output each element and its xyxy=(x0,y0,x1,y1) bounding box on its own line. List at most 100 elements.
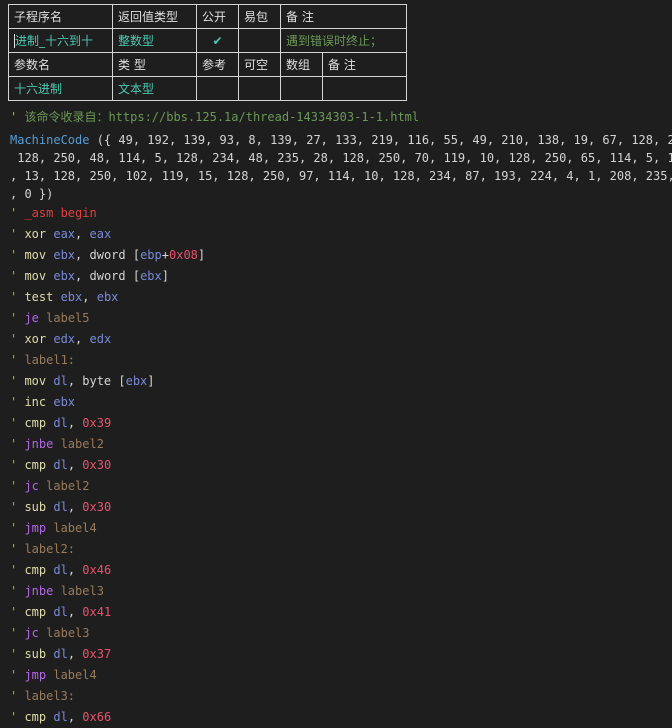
asm-line: ' cmp dl, 0x41 xyxy=(10,602,672,623)
asm-token: ' xyxy=(10,374,25,388)
asm-token: , xyxy=(82,290,97,304)
asm-token: , xyxy=(67,710,83,724)
asm-token: ' xyxy=(10,290,25,304)
asm-token: ' xyxy=(10,689,25,703)
asm-token: xor xyxy=(24,332,54,346)
asm-token: ebx xyxy=(60,290,83,304)
asm-line: ' cmp dl, 0x39 xyxy=(10,413,672,434)
asm-token: , xyxy=(67,563,83,577)
asm-line: ' cmp dl, 0x46 xyxy=(10,560,672,581)
asm-line: ' je label5 xyxy=(10,308,672,329)
asm-line: ' jmp label4 xyxy=(10,518,672,539)
header-cell: 参数名 xyxy=(8,52,113,77)
param-array-cell[interactable] xyxy=(280,76,323,101)
machine-code-line: , 13, 128, 250, 102, 119, 15, 128, 250, … xyxy=(10,169,672,183)
subroutine-note-cell[interactable]: 遇到错误时终止； xyxy=(280,28,407,53)
asm-token: ebx xyxy=(53,395,76,409)
asm-token: ebx xyxy=(53,269,76,283)
asm-token: edx xyxy=(89,332,112,346)
asm-token: , dword [ xyxy=(75,248,141,262)
asm-token: , byte [ xyxy=(67,374,126,388)
asm-token: , xyxy=(75,332,90,346)
asm-token: + xyxy=(161,248,169,262)
asm-line: ' sub dl, 0x30 xyxy=(10,497,672,518)
asm-token: cmp xyxy=(24,710,54,724)
header-cell: 备 注 xyxy=(280,4,407,29)
code-editor[interactable]: ' 该命令收录自：https://bbs.125.1a/thread-14334… xyxy=(10,107,672,728)
asm-token: ' xyxy=(10,521,25,535)
asm-token: jc xyxy=(24,626,47,640)
header-cell: 返回值类型 xyxy=(112,4,197,29)
asm-token: ebx xyxy=(125,374,148,388)
subroutine-row: 进制_十六到十 整数型 ✔ 遇到错误时终止； xyxy=(8,28,407,53)
asm-token: label2 xyxy=(60,437,104,451)
asm-token: ' xyxy=(10,500,25,514)
asm-token: mov xyxy=(24,248,54,262)
asm-token: , dword [ xyxy=(75,269,141,283)
asm-token: inc xyxy=(24,395,54,409)
asm-token: ' xyxy=(10,563,25,577)
pkg-cell[interactable] xyxy=(238,28,281,53)
asm-token: label4 xyxy=(53,521,97,535)
asm-token: eax xyxy=(53,227,76,241)
asm-token: jmp xyxy=(24,668,54,682)
param-row: 十六进制 文本型 xyxy=(8,76,407,101)
asm-token: dl xyxy=(53,563,68,577)
asm-token: ' xyxy=(10,248,25,262)
asm-token: cmp xyxy=(24,563,54,577)
machine-code-line: 128, 250, 48, 114, 5, 128, 234, 48, 235,… xyxy=(10,151,672,165)
asm-token: ebx xyxy=(140,269,162,283)
param-ref-cell[interactable] xyxy=(196,76,239,101)
asm-token: , xyxy=(67,458,83,472)
asm-token: , xyxy=(67,500,83,514)
asm-token: ebx xyxy=(53,248,76,262)
asm-token: , xyxy=(67,416,83,430)
asm-token: ' xyxy=(10,479,25,493)
asm-token: ' xyxy=(10,437,25,451)
header-cell: 子程序名 xyxy=(8,4,113,29)
asm-token: dl xyxy=(53,458,68,472)
asm-token: ' xyxy=(10,227,25,241)
asm-token: label2 xyxy=(46,479,90,493)
comment-marker: ' xyxy=(10,110,25,124)
asm-token: ' xyxy=(10,416,25,430)
asm-token: label2: xyxy=(24,542,76,556)
asm-token: dl xyxy=(53,605,68,619)
return-type-cell[interactable]: 整数型 xyxy=(112,28,197,53)
public-check-icon[interactable]: ✔ xyxy=(196,28,239,53)
asm-line: ' mov ebx, dword [ebp+0x08] xyxy=(10,245,672,266)
asm-token: 0x37 xyxy=(82,647,112,661)
asm-token: ebp xyxy=(140,248,162,262)
asm-token: dl xyxy=(53,500,68,514)
param-type-cell[interactable]: 文本型 xyxy=(112,76,197,101)
asm-line: ' jnbe label2 xyxy=(10,434,672,455)
asm-token: 0x66 xyxy=(82,710,112,724)
asm-token: 0x30 xyxy=(82,500,112,514)
asm-token: 0x41 xyxy=(82,605,112,619)
asm-token: sub xyxy=(24,500,54,514)
machine-code-keyword: MachineCode xyxy=(10,133,90,147)
asm-token: 0x39 xyxy=(82,416,112,430)
subroutine-name-cell[interactable]: 进制_十六到十 xyxy=(8,28,113,53)
header-cell: 备 注 xyxy=(322,52,407,77)
param-note-cell[interactable] xyxy=(322,76,407,101)
asm-token: edx xyxy=(53,332,76,346)
asm-token: test xyxy=(24,290,61,304)
asm-token: , xyxy=(67,605,83,619)
asm-token: ] xyxy=(197,248,206,262)
asm-line: ' sub dl, 0x37 xyxy=(10,644,672,665)
asm-token: je xyxy=(24,311,47,325)
asm-token: jc xyxy=(24,479,47,493)
asm-token: , xyxy=(67,647,83,661)
param-name-cell[interactable]: 十六进制 xyxy=(8,76,113,101)
asm-token: 0x46 xyxy=(82,563,112,577)
asm-line: ' xor edx, edx xyxy=(10,329,672,350)
param-header-row: 参数名 类 型 参考 可空 数组 备 注 xyxy=(8,52,407,77)
asm-token: ' xyxy=(10,458,25,472)
asm-token: label1: xyxy=(24,353,76,367)
asm-token: cmp xyxy=(24,458,54,472)
header-cell: 易包 xyxy=(238,4,281,29)
source-comment-line: ' 该命令收录自：https://bbs.125.1a/thread-14334… xyxy=(10,107,672,128)
asm-token: ' xyxy=(10,668,25,682)
param-nullable-cell[interactable] xyxy=(238,76,281,101)
